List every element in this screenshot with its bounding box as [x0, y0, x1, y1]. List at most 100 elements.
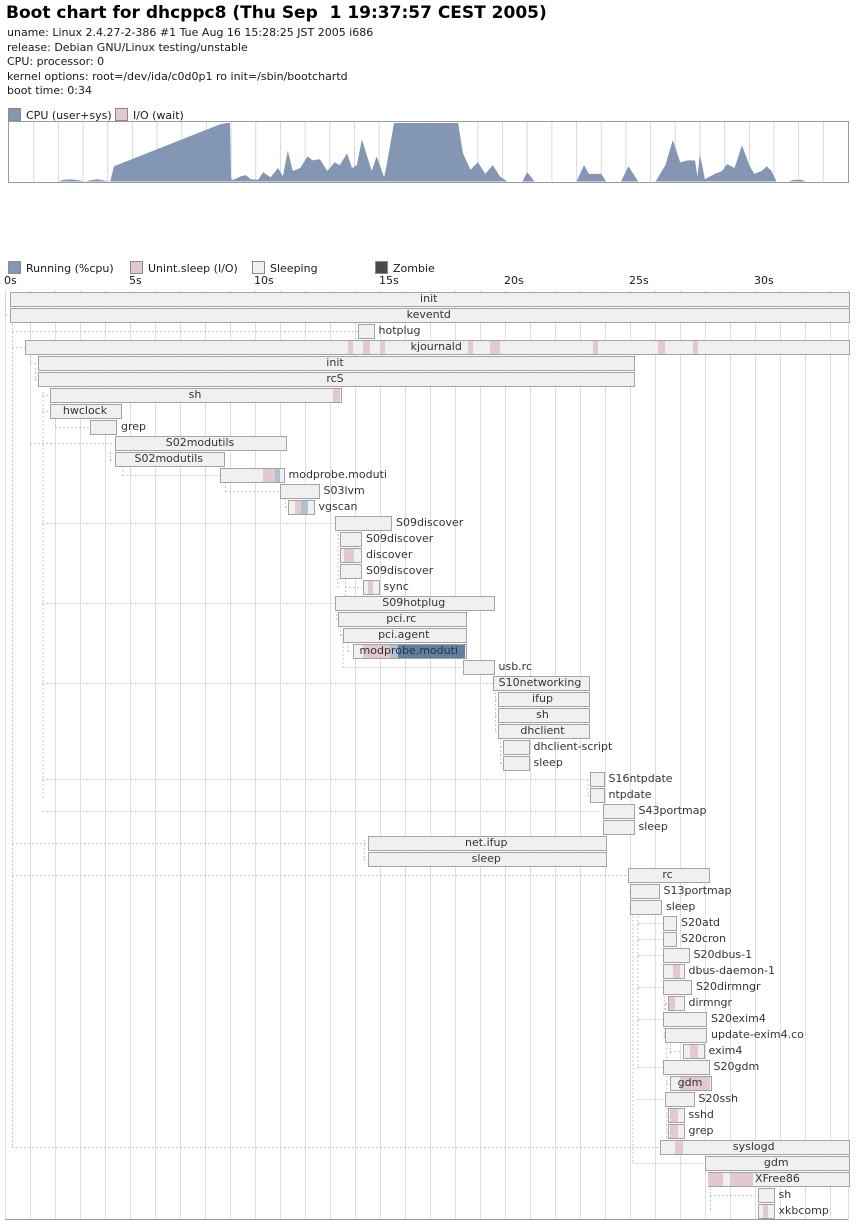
process-label: sleep — [368, 852, 606, 866]
process-bar — [503, 756, 530, 771]
process-label: rc — [628, 868, 708, 882]
process-bar — [590, 772, 605, 787]
process-bar — [463, 660, 495, 675]
process-label: S20cron — [681, 932, 726, 946]
process-label: grep — [689, 1124, 714, 1138]
process-label: hwclock — [50, 404, 120, 418]
process-bar — [668, 1108, 685, 1123]
process-label: keventd — [10, 308, 848, 322]
process-label: hotplug — [379, 324, 421, 338]
process-bar — [665, 1028, 707, 1043]
io-wait-segment — [344, 549, 354, 562]
process-label: gdm — [705, 1156, 848, 1170]
process-label: dirmngr — [689, 996, 733, 1010]
process-label: update-exim4.co — [711, 1028, 804, 1042]
process-label: S20atd — [681, 916, 720, 930]
process-label: XFree86 — [708, 1172, 848, 1186]
process-label: modprobe.moduti — [353, 644, 466, 658]
process-label: S09discover — [396, 516, 463, 530]
io-wait-segment — [673, 965, 681, 978]
process-bar — [340, 548, 362, 563]
process-label: dhclient-script — [534, 740, 613, 754]
process-label: grep — [121, 420, 146, 434]
process-label: S09discover — [366, 532, 433, 546]
io-wait-segment — [690, 1045, 698, 1058]
process-bar — [663, 980, 693, 995]
process-label: S20dbus-1 — [694, 948, 753, 962]
process-label: modprobe.moduti — [289, 468, 387, 482]
process-label: S10networking — [493, 676, 588, 690]
process-bar — [630, 900, 662, 915]
process-bar — [663, 1060, 710, 1075]
process-bar — [363, 580, 380, 595]
io-wait-segment — [763, 1205, 768, 1218]
process-label: rcS — [38, 372, 633, 386]
process-bar — [603, 820, 635, 835]
io-wait-segment — [669, 997, 675, 1010]
process-bar — [683, 1044, 705, 1059]
process-bar — [590, 788, 605, 803]
process-label: S13portmap — [664, 884, 732, 898]
io-wait-segment — [368, 581, 373, 594]
process-label: dbus-daemon-1 — [689, 964, 776, 978]
process-label: syslogd — [660, 1140, 848, 1154]
process-bar — [758, 1204, 775, 1219]
process-bar — [280, 484, 320, 499]
process-label: S43portmap — [639, 804, 707, 818]
process-label: sh — [498, 708, 588, 722]
process-bar — [665, 1092, 695, 1107]
process-label: S20exim4 — [711, 1012, 766, 1026]
io-wait-segment — [670, 1109, 678, 1122]
process-label: ifup — [498, 692, 588, 706]
process-bar — [630, 884, 660, 899]
process-label: S09hotplug — [335, 596, 493, 610]
process-label: vgscan — [319, 500, 358, 514]
process-bar — [335, 516, 392, 531]
process-label: usb.rc — [499, 660, 533, 674]
process-label: S02modutils — [115, 452, 223, 466]
process-bar — [663, 916, 678, 931]
io-wait-segment — [670, 1125, 678, 1138]
process-bar — [603, 804, 635, 819]
process-bar — [668, 1124, 685, 1139]
process-bar — [503, 740, 530, 755]
process-label: xkbcomp — [779, 1204, 829, 1218]
process-bar — [220, 468, 285, 483]
process-label: sleep — [534, 756, 563, 770]
process-label: kjournald — [25, 340, 848, 354]
running-segment — [275, 469, 280, 482]
process-label: gdm — [670, 1076, 710, 1090]
process-bar — [90, 420, 117, 435]
process-bar — [663, 948, 690, 963]
process-label: S09discover — [366, 564, 433, 578]
process-bar — [758, 1188, 775, 1203]
process-label: discover — [366, 548, 412, 562]
process-label: dhclient — [498, 724, 588, 738]
process-label: S20dirmngr — [696, 980, 761, 994]
process-label: S20gdm — [714, 1060, 760, 1074]
process-bar — [668, 996, 685, 1011]
process-bar — [288, 500, 315, 515]
process-label: pci.agent — [343, 628, 466, 642]
process-bar — [340, 564, 362, 579]
process-label: sh — [779, 1188, 792, 1202]
process-label: sleep — [639, 820, 668, 834]
process-label: sync — [384, 580, 409, 594]
process-bar — [663, 964, 685, 979]
process-label: exim4 — [709, 1044, 743, 1058]
process-bar — [358, 324, 375, 339]
bootchart-page: Boot chart for dhcppc8 (Thu Sep 1 19:37:… — [0, 0, 858, 1228]
process-label: init — [38, 356, 633, 370]
process-label: S02modutils — [115, 436, 285, 450]
process-label: init — [10, 292, 848, 306]
process-label: sh — [50, 388, 340, 402]
process-label: net.ifup — [368, 836, 606, 850]
process-label: sleep — [666, 900, 695, 914]
process-bar — [663, 1012, 708, 1027]
running-segment — [301, 501, 307, 514]
process-bar — [663, 932, 678, 947]
process-label: S16ntpdate — [609, 772, 673, 786]
process-bar — [340, 532, 362, 547]
process-label: pci.rc — [338, 612, 466, 626]
process-label: ntpdate — [609, 788, 652, 802]
